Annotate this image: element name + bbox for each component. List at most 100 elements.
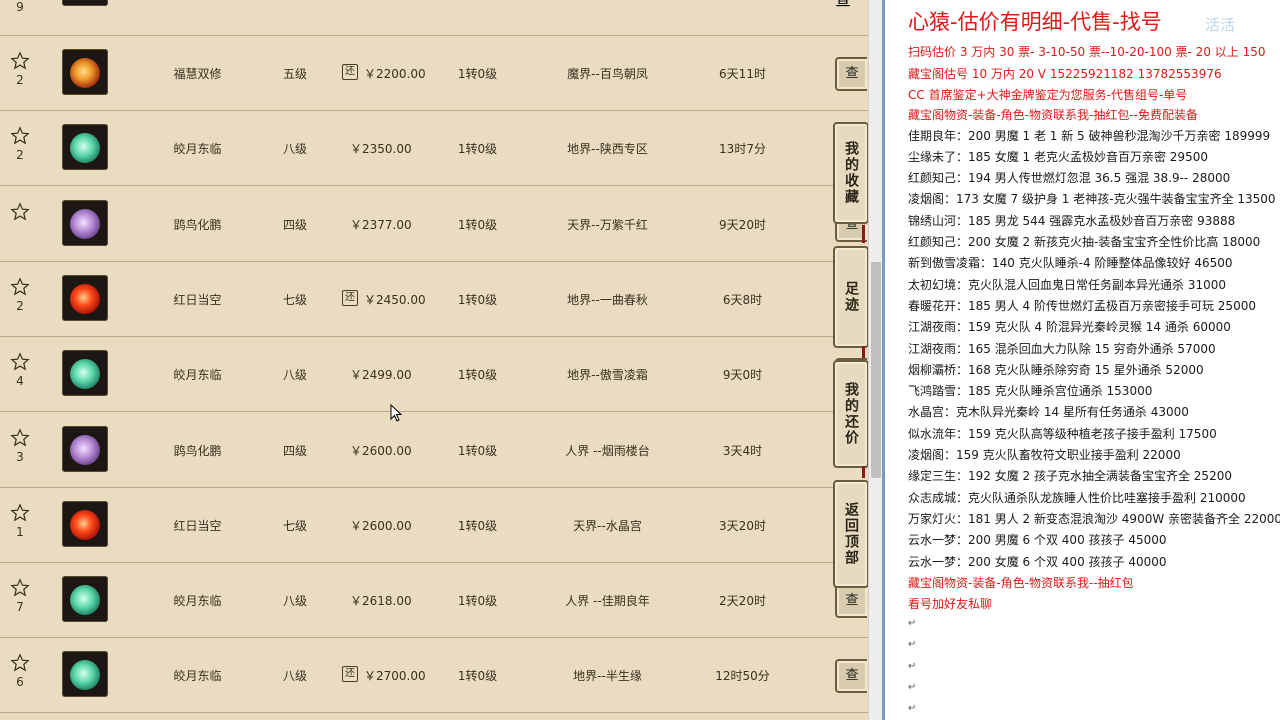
notes-promo-line: 看号加好友私聊 — [908, 596, 993, 611]
notes-listing-line: 佳期良年：200 男魔 1 老 1 新 5 破神兽秒混淘沙千万亲密 189999 — [908, 128, 1271, 143]
item-server: 地界--傲雪凌霜 — [567, 368, 648, 383]
notes-listing-line: 凌烟阁：173 女魔 7 级护身 1 老神孩-克火强牛装备宝宝齐全 13500 — [908, 192, 1276, 207]
item-price: ￥2377.00 — [350, 217, 412, 232]
back-to-top-button[interactable]: 返回顶部 — [833, 480, 868, 588]
item-icon[interactable] — [62, 500, 108, 547]
scrollbar-thumb[interactable] — [871, 262, 881, 478]
paragraph-mark-icon: ↵ — [908, 639, 917, 651]
item-price: ￥2600.00 — [350, 518, 412, 533]
footprints-button[interactable]: 足迹 — [833, 246, 868, 348]
view-button[interactable]: 查 — [835, 659, 867, 694]
item-icon[interactable] — [62, 199, 108, 246]
item-icon[interactable] — [62, 651, 108, 698]
table-row[interactable]: 7 皎月东临 八级 ￥2618.00 1转0级 人界 --佳期良年 2天20时 … — [0, 562, 868, 639]
table-row[interactable]: 2 皎月东临 八级 ￥2350.00 1转0级 地界--陕西专区 13时7分 查 — [0, 110, 868, 187]
view-button[interactable]: 查 — [835, 0, 851, 10]
item-icon[interactable] — [62, 350, 108, 397]
notes-listing-line: 江湖夜雨：159 克火队 4 阶混异光秦岭灵猴 14 通杀 60000 — [908, 320, 1231, 335]
item-level: 八级 — [282, 669, 307, 684]
time-left: 6天8时 — [722, 292, 763, 307]
table-row[interactable]: 鹍鸟化鹏 四级 ￥2377.00 1转0级 天界--万紫千红 9天20时 查 — [0, 186, 868, 262]
star-favorite-icon[interactable] — [10, 201, 30, 222]
item-server: 天界--万紫千红 — [567, 217, 648, 232]
table-row[interactable]: 3 鹍鸟化鹏 四级 ￥2600.00 1转0级 人界 --烟雨楼台 3天4时 查 — [0, 412, 868, 488]
notes-promo-line: 藏宝阁估号 10 万内 20 V 15225921182 13782553976 — [908, 67, 1222, 81]
notes-listing-line: 缘定三生：192 女魔 2 孩子克水抽全满装备宝宝齐全 25200 — [908, 469, 1232, 484]
favorite-count: 9 — [16, 0, 24, 14]
star-favorite-icon[interactable] — [10, 51, 30, 71]
item-icon[interactable] — [62, 425, 108, 472]
item-name: 皎月东临 — [173, 142, 222, 157]
item-price: ￥2600.00 — [350, 443, 412, 458]
item-name: 红日当空 — [173, 292, 222, 307]
item-server: 地界--半生缘 — [573, 669, 642, 684]
item-name: 福慧双修 — [173, 67, 222, 81]
time-left: 3天4时 — [722, 443, 763, 458]
orb-icon — [70, 509, 100, 540]
favorite-count: 2 — [16, 298, 24, 313]
side-bar-connector — [862, 466, 865, 478]
star-favorite-icon[interactable] — [10, 126, 30, 146]
item-server: 地界--陕西专区 — [567, 142, 648, 157]
star-favorite-icon[interactable] — [10, 503, 30, 523]
notes-listing-line: 万家灯火：181 男人 2 新变态混浪淘沙 4900W 亲密装备齐全 22000… — [908, 511, 1280, 526]
item-icon[interactable] — [62, 576, 108, 623]
return-badge: 还 — [342, 666, 358, 683]
item-name: 皎月东临 — [173, 368, 222, 383]
notes-listing-line: 红颜知己：194 男人传世燃灯忽混 36.5 强混 38.9-- 28000 — [908, 171, 1231, 186]
item-icon[interactable] — [62, 49, 108, 95]
paragraph-mark-icon: ↵ — [908, 703, 917, 715]
notes-promo-line: 藏宝阁物资-装备-角色-物资联系我-抽红包--免费配装备 — [908, 108, 1198, 122]
notes-listing-line: 锦绣山河：185 男龙 544 强霹克水孟极妙音百万亲密 93888 — [908, 213, 1236, 228]
star-favorite-icon[interactable] — [10, 277, 30, 297]
star-favorite-icon[interactable] — [10, 578, 30, 598]
favorite-count: 2 — [16, 73, 24, 87]
item-turn: 1转0级 — [457, 292, 498, 307]
item-server: 魔界--百鸟朝凤 — [567, 67, 648, 81]
favorite-count: 7 — [16, 600, 24, 615]
time-left: 2天20时 — [719, 594, 766, 609]
notes-listing-line: 云水一梦：200 女魔 6 个双 400 孩孩子 40000 — [908, 554, 1167, 569]
table-row[interactable]: 1 红日当空 七级 ￥2600.00 1转0级 天界--水晶宫 3天20时 查 — [0, 487, 868, 563]
notes-document-panel: 活活 心猿-估价有明细-代售-找号 扫码估价 3 万内 30 票- 3-10-5… — [885, 0, 1280, 720]
notes-listing-line: 凌烟阁：159 克火队畜牧符文职业接手盈利 22000 — [908, 448, 1181, 462]
item-level: 五级 — [282, 67, 307, 81]
star-favorite-icon[interactable] — [10, 427, 30, 448]
item-level: 八级 — [282, 142, 307, 157]
item-turn: 1转0级 — [457, 368, 498, 383]
time-left: 3天20时 — [719, 518, 766, 533]
notes-promo-line: 藏宝阁物资-装备-角色-物资联系我--抽红包 — [908, 575, 1134, 590]
orb-icon — [70, 585, 100, 616]
item-price: ￥2200.00 — [364, 67, 426, 81]
my-favorites-button[interactable]: 我的收藏 — [833, 122, 868, 224]
my-offers-button[interactable]: 我的还价 — [833, 360, 868, 468]
notes-title: 心猿-估价有明细-代售-找号 — [908, 10, 1162, 34]
item-server: 人界 --佳期良年 — [565, 594, 650, 609]
notes-listing-line: 太初幻境：克火队混人回血鬼日常任务副本异光通杀 31000 — [908, 277, 1226, 292]
notes-listing-line: 飞鸿踏雪：185 克火队睡杀宫位通杀 153000 — [908, 384, 1153, 399]
notes-listing-line: 云水一梦：200 男魔 6 个双 400 孩孩子 45000 — [908, 533, 1167, 548]
item-turn: 1转0级 — [457, 594, 498, 609]
item-icon[interactable] — [62, 274, 108, 321]
time-left: 12时50分 — [715, 669, 770, 684]
item-level: 七级 — [282, 518, 307, 533]
table-row[interactable]: 2 红日当空 七级 还 ￥2450.00 1转0级 地界--一曲春秋 6天8时 … — [0, 261, 868, 337]
item-icon[interactable] — [62, 124, 108, 171]
table-row[interactable]: 4 皎月东临 八级 ￥2499.00 1转0级 地界--傲雪凌霜 9天0时 查 — [0, 336, 868, 413]
side-bar-connector — [862, 346, 865, 358]
view-button[interactable]: 查 — [835, 584, 867, 619]
notes-listing-line: 水晶宫：克木队异光秦岭 14 星所有任务通杀 43000 — [908, 405, 1189, 420]
table-row[interactable]: 2 福慧双修 五级 还 ￥2200.00 1转0级 魔界--百鸟朝凤 6天11时… — [0, 35, 868, 111]
time-left: 6天11时 — [719, 67, 766, 81]
table-row-partial[interactable]: 9 — [0, 0, 868, 36]
orb-icon — [70, 359, 100, 390]
table-row[interactable]: 6 皎月东临 八级 还 ￥2700.00 1转0级 地界--半生缘 12时50分… — [0, 637, 868, 714]
paragraph-mark-icon: ↵ — [908, 682, 917, 693]
star-favorite-icon[interactable] — [10, 352, 30, 372]
paragraph-mark-icon: ↵ — [908, 660, 917, 672]
vertical-scrollbar[interactable] — [868, 0, 883, 720]
star-favorite-icon[interactable] — [10, 653, 30, 673]
item-level: 八级 — [282, 368, 307, 383]
view-button[interactable]: 查 — [835, 57, 867, 91]
notes-listing-line: 众志成城：克火队通杀队龙族睡人性价比哇塞接手盈利 210000 — [908, 490, 1246, 505]
